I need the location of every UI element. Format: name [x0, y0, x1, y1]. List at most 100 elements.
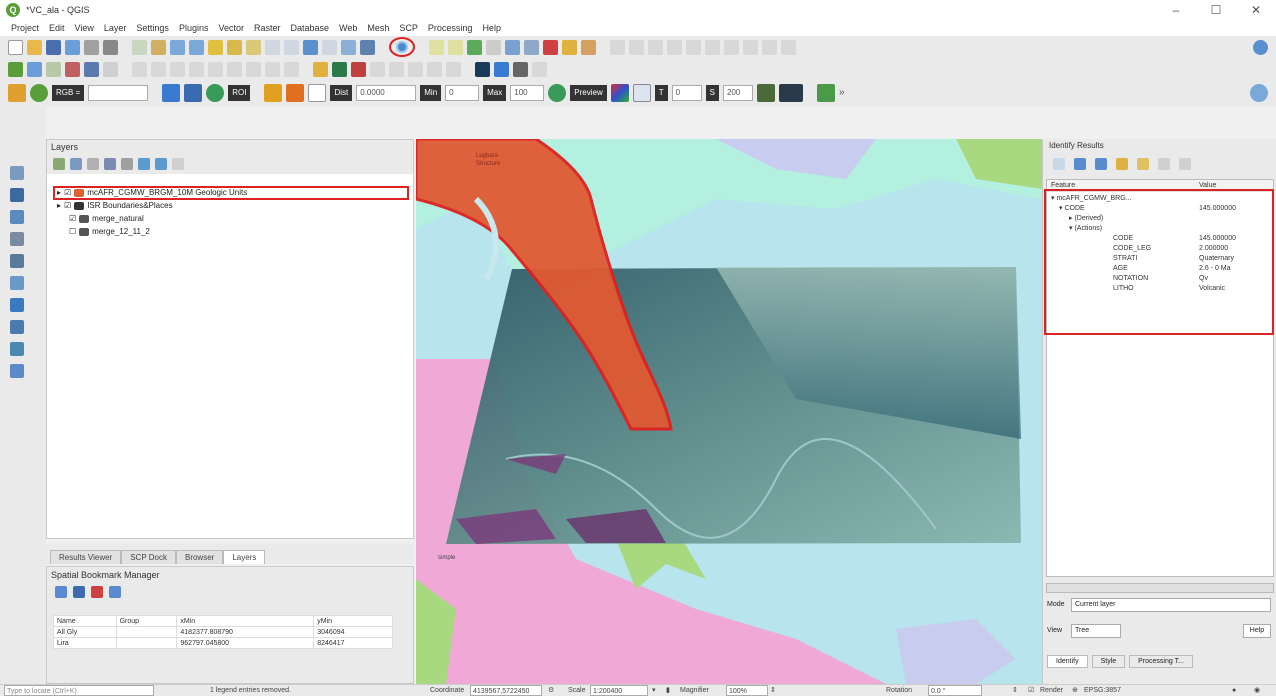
identify-settings-icon[interactable]: [1179, 158, 1191, 170]
save-as-icon[interactable]: [65, 39, 80, 55]
label-tool-10-icon[interactable]: [781, 39, 796, 55]
plugin-globe-icon[interactable]: [1253, 39, 1268, 55]
zoom-next-icon[interactable]: [303, 39, 318, 55]
label-tool-5-icon[interactable]: [686, 39, 701, 55]
add-vector-layer-icon[interactable]: [10, 166, 24, 180]
label-tool-9-icon[interactable]: [762, 39, 777, 55]
magnifier-stepper[interactable]: ⇕: [770, 685, 776, 696]
maximize-button[interactable]: ☐: [1196, 0, 1236, 20]
menu-edit[interactable]: Edit: [44, 23, 70, 33]
expand-arrow-icon[interactable]: ▸: [57, 187, 61, 199]
add-wfs-icon[interactable]: [10, 320, 24, 334]
print-results-icon[interactable]: [1158, 158, 1170, 170]
text-annotation-icon[interactable]: [581, 39, 596, 55]
classification-preview-icon[interactable]: [610, 84, 629, 102]
menu-database[interactable]: Database: [286, 23, 335, 33]
transparency-field[interactable]: 0: [671, 85, 702, 101]
pan-map-icon[interactable]: [132, 39, 147, 55]
redo-roi-icon[interactable]: [308, 84, 327, 102]
zoom-last-icon[interactable]: [284, 39, 299, 55]
dist-field[interactable]: 0.0000: [356, 85, 417, 101]
layer-checkbox[interactable]: ☑: [64, 187, 71, 199]
label-tool-3-icon[interactable]: [648, 39, 663, 55]
scp-tools-icon[interactable]: [513, 61, 528, 77]
label-tool-2-icon[interactable]: [629, 39, 644, 55]
label-tool-1-icon[interactable]: [610, 39, 625, 55]
scp-tool-icon[interactable]: [332, 61, 347, 77]
render-checkbox[interactable]: ☑: [1028, 685, 1034, 696]
add-raster-icon[interactable]: [46, 61, 61, 77]
layer-merge-natural[interactable]: ☑ merge_natural: [69, 213, 144, 225]
tab-identify[interactable]: Identify: [1047, 655, 1088, 668]
menu-processing[interactable]: Processing: [423, 23, 478, 33]
table-row[interactable]: All Gly 4182377.808790 3046094: [53, 626, 393, 638]
menu-settings[interactable]: Settings: [131, 23, 174, 33]
label-tool-6-icon[interactable]: [705, 39, 720, 55]
menu-scp[interactable]: SCP: [394, 23, 423, 33]
add-bookmark-icon[interactable]: [55, 586, 67, 598]
rgb-combobox[interactable]: [88, 85, 149, 101]
measure-icon[interactable]: [543, 39, 558, 55]
save-edits-icon[interactable]: [84, 61, 99, 77]
tab-scp-dock[interactable]: SCP Dock: [121, 550, 176, 564]
scp-band-4-icon[interactable]: [427, 61, 442, 77]
help-button[interactable]: Help: [1243, 624, 1271, 638]
scale-combobox[interactable]: 1:200400: [590, 685, 648, 696]
add-virtual-layer-icon[interactable]: [10, 364, 24, 378]
tab-results-viewer[interactable]: Results Viewer: [50, 550, 122, 564]
copy-feature-icon[interactable]: [1137, 158, 1149, 170]
size-field[interactable]: 200: [722, 85, 753, 101]
scp-dock-icon[interactable]: [8, 84, 26, 102]
column-header[interactable]: Group: [115, 615, 178, 627]
tmp-preview-icon[interactable]: [778, 84, 803, 102]
messages-icon[interactable]: ●: [1232, 685, 1236, 696]
scp-dark-icon[interactable]: [475, 61, 490, 77]
share-bookmark-icon[interactable]: [109, 586, 121, 598]
pan-to-selection-icon[interactable]: [151, 39, 166, 55]
redo-preview-icon[interactable]: [632, 84, 651, 102]
zoom-native-icon[interactable]: [265, 39, 280, 55]
field-calculator-icon[interactable]: [486, 39, 501, 55]
add-spatialite-icon[interactable]: [10, 254, 24, 268]
label-tool-7-icon[interactable]: [724, 39, 739, 55]
label-tool-4-icon[interactable]: [667, 39, 682, 55]
local-stretch-icon[interactable]: [162, 84, 181, 102]
rotation-stepper[interactable]: ⇕: [1012, 685, 1018, 696]
magnifier-field[interactable]: 100%: [726, 685, 768, 696]
new-project-icon[interactable]: [8, 39, 23, 55]
scp-extra-icon[interactable]: [532, 61, 547, 77]
expand-arrow-icon[interactable]: ▸: [57, 200, 61, 212]
add-postgis-icon[interactable]: [10, 276, 24, 290]
minimize-button[interactable]: –: [1156, 0, 1196, 20]
zoom-roi-icon[interactable]: [206, 84, 225, 102]
filter-expression-icon[interactable]: [121, 158, 133, 170]
layer-checkbox[interactable]: ☐: [69, 226, 76, 238]
digitize-icon[interactable]: [103, 61, 118, 77]
copy-features-icon[interactable]: [208, 61, 223, 77]
zoom-out-icon[interactable]: [189, 39, 204, 55]
extents-toggle-icon[interactable]: ⚙: [548, 685, 554, 696]
refresh-icon[interactable]: [360, 39, 375, 55]
scp-band-2-icon[interactable]: [389, 61, 404, 77]
crs-label[interactable]: EPSG:3857: [1084, 685, 1121, 696]
min-field[interactable]: 0: [445, 85, 480, 101]
filter-legend-icon[interactable]: [104, 158, 116, 170]
scp-plugin-icon[interactable]: [816, 84, 835, 102]
vertex-tool-icon[interactable]: [132, 61, 147, 77]
add-raster-layer-icon[interactable]: [10, 188, 24, 202]
redo-icon[interactable]: [265, 61, 280, 77]
add-delimited-text-icon[interactable]: [10, 232, 24, 246]
coordinate-field[interactable]: 4139567,5722450: [470, 685, 542, 696]
scp-band-3-icon[interactable]: [408, 61, 423, 77]
map-canvas[interactable]: Lugbara Structure simple: [416, 139, 1042, 684]
open-styling-icon[interactable]: [53, 158, 65, 170]
deselect-icon[interactable]: [448, 39, 463, 55]
add-mesh-layer-icon[interactable]: [10, 210, 24, 224]
rotation-field[interactable]: 0.0 °: [928, 685, 982, 696]
zoom-preview-icon[interactable]: [548, 84, 567, 102]
zoom-full-icon[interactable]: [208, 39, 223, 55]
add-roi-icon[interactable]: [286, 84, 305, 102]
layer-geologic-units[interactable]: ▸ ☑ mcAFR_CGMW_BRGM_10M Geologic Units: [57, 187, 247, 199]
max-field[interactable]: 100: [510, 85, 545, 101]
paste-features-icon[interactable]: [227, 61, 242, 77]
